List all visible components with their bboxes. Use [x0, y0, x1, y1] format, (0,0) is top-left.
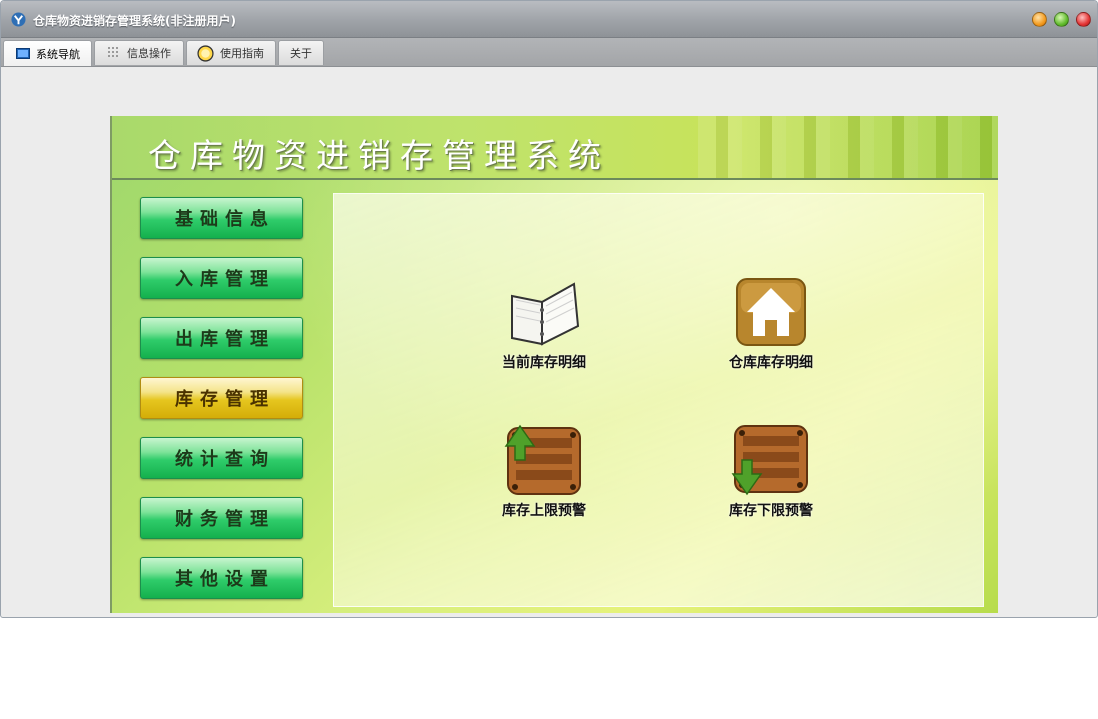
item-label: 仓库库存明细 [729, 355, 813, 371]
tab-label: 使用指南 [220, 47, 264, 60]
menu-label: 出库管理 [175, 329, 275, 350]
tab-info-ops[interactable]: 信息操作 [94, 40, 184, 65]
open-book-icon [511, 282, 580, 346]
minimize-icon[interactable] [1032, 12, 1047, 27]
menu-statistics[interactable]: 统计查询 [140, 437, 303, 479]
house-icon [736, 278, 806, 346]
window-title: 仓库物资进销存管理系统(非注册用户) [33, 14, 236, 28]
main-navigation-panel: 仓库物资进销存管理系统 基础信息 入库管理 出库管理 库存管理 统计查询 财务管… [110, 116, 998, 613]
menu-other-settings[interactable]: 其他设置 [140, 557, 303, 599]
item-label: 当前库存明细 [502, 355, 586, 371]
function-area: 当前库存明细 仓库库存明细 库存上限预警 库存下限预警 [333, 193, 984, 607]
item-stock-lower-limit-warning[interactable]: 库存下限预警 [706, 424, 836, 520]
grid-icon [108, 47, 118, 57]
item-warehouse-stock-detail[interactable]: 仓库库存明细 [706, 278, 836, 372]
title-bar[interactable]: 仓库物资进销存管理系统(非注册用户) [1, 1, 1097, 38]
menu-label: 库存管理 [175, 389, 275, 410]
item-label: 库存下限预警 [729, 503, 813, 519]
tab-label: 系统导航 [36, 47, 80, 61]
tab-label: 信息操作 [127, 47, 171, 60]
module-sidebar: 基础信息 入库管理 出库管理 库存管理 统计查询 财务管理 其他设置 [112, 180, 327, 613]
banner-title: 仓库物资进销存管理系统 [148, 136, 610, 175]
menu-outbound[interactable]: 出库管理 [140, 317, 303, 359]
menu-finance[interactable]: 财务管理 [140, 497, 303, 539]
monitor-icon [16, 47, 30, 59]
menu-inventory[interactable]: 库存管理 [140, 377, 303, 419]
close-icon[interactable] [1076, 12, 1091, 27]
maximize-icon[interactable] [1054, 12, 1069, 27]
banner-header: 仓库物资进销存管理系统 [112, 116, 998, 180]
menu-label: 其他设置 [175, 569, 275, 590]
tab-label: 关于 [290, 47, 312, 60]
tab-bar: 系统导航 信息操作 使用指南 关于 [1, 38, 1097, 67]
crate-down-arrow-icon [731, 425, 808, 496]
item-label: 库存上限预警 [502, 503, 586, 519]
menu-label: 入库管理 [175, 269, 275, 290]
crate-up-arrow-icon [504, 424, 581, 495]
menu-label: 财务管理 [175, 509, 275, 530]
item-current-stock-detail[interactable]: 当前库存明细 [479, 278, 609, 372]
menu-label: 基础信息 [175, 209, 275, 230]
menu-basic-info[interactable]: 基础信息 [140, 197, 303, 239]
menu-label: 统计查询 [175, 449, 275, 470]
menu-inbound[interactable]: 入库管理 [140, 257, 303, 299]
tab-user-guide[interactable]: 使用指南 [186, 40, 276, 65]
tab-about[interactable]: 关于 [278, 40, 324, 65]
help-circle-icon [197, 44, 214, 62]
tab-system-nav[interactable]: 系统导航 [3, 40, 92, 66]
app-logo-icon [11, 12, 26, 27]
item-stock-upper-limit-warning[interactable]: 库存上限预警 [479, 424, 609, 520]
